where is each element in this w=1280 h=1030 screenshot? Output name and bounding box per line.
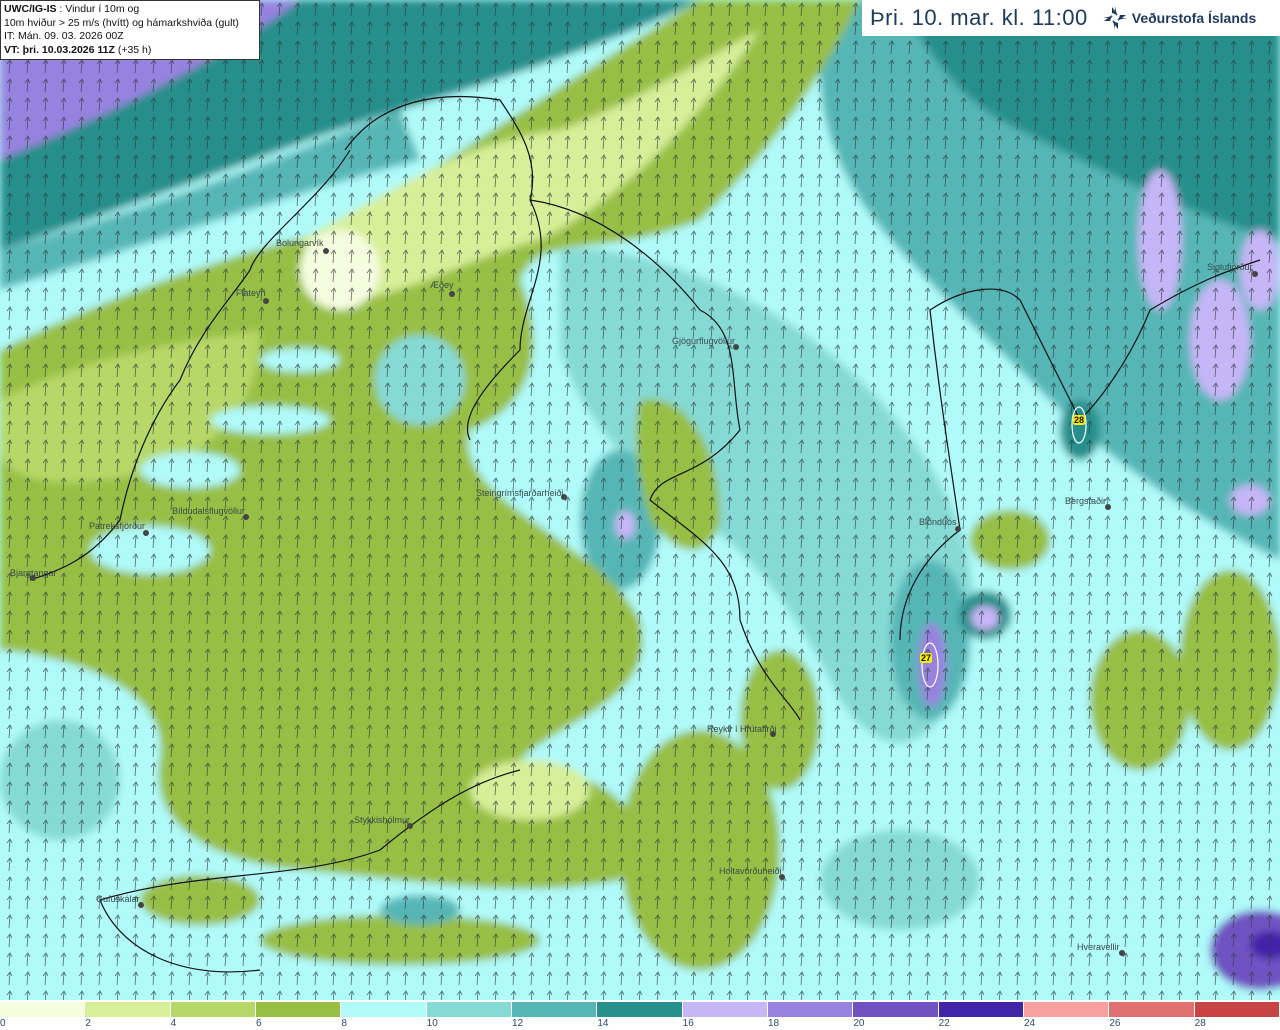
- legend-tick-label: 2: [85, 1018, 91, 1029]
- legend-swatch: [682, 1002, 768, 1017]
- place-label: Flateyri: [236, 288, 266, 298]
- place-label: Siglufjörður: [1207, 262, 1253, 272]
- place-label: Steingrímsfjarðarheiði: [476, 488, 564, 498]
- lead-time: (+35 h): [114, 43, 152, 56]
- place-label: Stykkishólmur: [354, 815, 411, 825]
- legend-tick-label: 10: [426, 1018, 438, 1029]
- legend-swatches: [0, 1002, 1280, 1017]
- legend-tick-label: 0: [0, 1018, 6, 1029]
- legend-swatch: [597, 1002, 683, 1017]
- station-dot: [1119, 950, 1125, 956]
- legend-swatch: [511, 1002, 598, 1017]
- place-label: Gufuskálar: [96, 894, 140, 904]
- legend-swatch: [767, 1002, 854, 1017]
- max-gust-badge: 27: [920, 653, 933, 663]
- station-dot: [770, 731, 776, 737]
- station-dot: [1252, 271, 1258, 277]
- station-dot: [561, 494, 567, 500]
- info-line1: : Vindur í 10m og: [56, 3, 140, 15]
- legend-tick-label: 18: [768, 1018, 780, 1029]
- place-label: Holtavörðuheiði: [719, 866, 782, 876]
- station-dot: [407, 823, 413, 829]
- legend-tick-label: 28: [1194, 1018, 1206, 1029]
- legend-swatch: [1109, 1002, 1195, 1017]
- station-dot: [733, 344, 739, 350]
- forecast-info-box: UWC/IG-IS : Vindur í 10m og 10m hviður >…: [0, 0, 260, 60]
- legend-swatch: [85, 1002, 171, 1017]
- legend-tick-label: 14: [597, 1018, 609, 1029]
- place-label: Patreksfjörður: [89, 521, 146, 531]
- valid-time-title: Þri. 10. mar. kl. 11:00: [870, 5, 1088, 30]
- legend-tick-label: 16: [682, 1018, 694, 1029]
- legend-swatch: [426, 1002, 512, 1017]
- legend-swatch: [0, 1002, 86, 1017]
- station-dot: [138, 902, 144, 908]
- legend-tick-label: 6: [256, 1018, 262, 1029]
- legend-tick-label: 20: [853, 1018, 865, 1029]
- legend-swatch: [255, 1002, 342, 1017]
- valid-time-short: VT: þri. 10.03.2026 11Z: [4, 43, 115, 56]
- model-name: UWC/IG-IS: [4, 3, 57, 15]
- station-dot: [323, 248, 329, 254]
- station-dot: [1105, 504, 1111, 510]
- legend-swatch: [938, 1002, 1024, 1017]
- place-label: Bergstaðir: [1065, 496, 1107, 506]
- station-dot: [955, 526, 961, 532]
- legend-tick-label: 12: [512, 1018, 524, 1029]
- place-label: Bíldudalsflugvöllur: [172, 506, 246, 516]
- station-dot: [143, 530, 149, 536]
- legend-swatch: [341, 1002, 427, 1017]
- legend-swatch: [170, 1002, 256, 1017]
- station-dot: [263, 298, 269, 304]
- max-gust-badge: 28: [1073, 415, 1086, 425]
- vedurstofa-logo-icon: [1102, 6, 1127, 30]
- place-label: Gjögurflugvöllur: [672, 336, 736, 346]
- init-time: IT: Mán. 09. 03. 2026 00Z: [4, 30, 124, 42]
- legend-tick-label: 22: [938, 1018, 950, 1029]
- legend-swatch: [853, 1002, 939, 1017]
- station-dot: [30, 575, 36, 581]
- place-label: Blönduós: [919, 517, 957, 527]
- legend-tick-label: 26: [1109, 1018, 1121, 1029]
- legend-swatch: [1194, 1002, 1280, 1017]
- header: Þri. 10. mar. kl. 11:00 Veðurstofa Íslan…: [862, 0, 1280, 36]
- place-label: Æðey: [430, 280, 454, 290]
- legend-tick-label: 24: [1024, 1018, 1036, 1029]
- logo: Veðurstofa Íslands: [1102, 5, 1256, 31]
- place-label: Hveravellir: [1077, 942, 1120, 952]
- station-dot: [243, 514, 249, 520]
- station-dot: [779, 874, 785, 880]
- color-legend: 0 2 4 6 8 10 12 14 16 18 20 22 24 26 28: [0, 1000, 1280, 1030]
- legend-swatch: [1023, 1002, 1110, 1017]
- place-label: Bolungarvík: [276, 238, 324, 248]
- station-dot: [449, 291, 455, 297]
- legend-tick-label: 4: [170, 1018, 177, 1029]
- logo-text: Veðurstofa Íslands: [1131, 10, 1257, 26]
- info-line2: 10m hviður > 25 m/s (hvítt) og hámarkshv…: [4, 16, 239, 29]
- legend-tick-label: 8: [341, 1018, 347, 1029]
- place-label: Reykir í Hrútafirði: [707, 724, 777, 734]
